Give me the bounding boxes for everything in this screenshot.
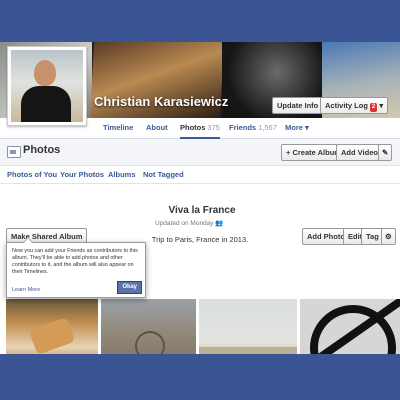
facebook-page: Christian Karasiewicz Update Info Activi… bbox=[0, 42, 400, 354]
learn-more-link[interactable]: Learn More bbox=[12, 287, 40, 293]
album-photo[interactable] bbox=[199, 299, 297, 354]
profile-name[interactable]: Christian Karasiewicz bbox=[94, 94, 228, 109]
subtab-photos-of-you[interactable]: Photos of You bbox=[7, 170, 57, 179]
activity-log-badge: 2 bbox=[369, 103, 378, 112]
profile-picture-image bbox=[11, 50, 83, 122]
tooltip-text: Now you can add your Friends as contribu… bbox=[12, 248, 138, 275]
subtab-not-tagged[interactable]: Not Tagged bbox=[143, 170, 184, 179]
tab-about[interactable]: About bbox=[146, 123, 168, 132]
update-info-button[interactable]: Update Info bbox=[272, 97, 324, 114]
friends-count: 1,567 bbox=[258, 123, 277, 132]
people-icon: 👥 bbox=[215, 220, 224, 227]
album-title: Viva la France bbox=[168, 205, 236, 216]
subtab-albums[interactable]: Albums bbox=[108, 170, 136, 179]
tab-timeline[interactable]: Timeline bbox=[103, 123, 133, 132]
activity-log-label: Activity Log bbox=[325, 101, 368, 110]
add-video-button[interactable]: Add Video bbox=[336, 144, 383, 161]
album-photo[interactable] bbox=[6, 299, 98, 354]
divider bbox=[0, 183, 400, 184]
album-updated: Updated on Monday 👥 bbox=[155, 220, 224, 227]
photos-header: Photos + Create Album Add Video ✎ bbox=[0, 139, 400, 166]
pencil-icon[interactable]: ✎ bbox=[378, 144, 393, 161]
photos-icon bbox=[7, 146, 21, 158]
activity-log-button[interactable]: Activity Log 2 ▾ bbox=[320, 97, 389, 114]
tab-more[interactable]: More ▾ bbox=[285, 123, 309, 132]
chevron-down-icon: ▾ bbox=[379, 101, 384, 110]
okay-button[interactable]: Okay bbox=[117, 281, 142, 294]
profile-picture[interactable] bbox=[7, 46, 87, 126]
album-photo[interactable] bbox=[101, 299, 196, 354]
tab-photos[interactable]: Photos 375 bbox=[180, 123, 220, 139]
photos-title: Photos bbox=[23, 144, 61, 156]
tab-friends[interactable]: Friends 1,567 bbox=[229, 123, 277, 132]
photos-count: 375 bbox=[207, 123, 220, 132]
shared-album-tooltip: Now you can add your Friends as contribu… bbox=[6, 237, 146, 298]
subtab-your-photos[interactable]: Your Photos bbox=[60, 170, 104, 179]
album-photo[interactable] bbox=[300, 299, 400, 354]
